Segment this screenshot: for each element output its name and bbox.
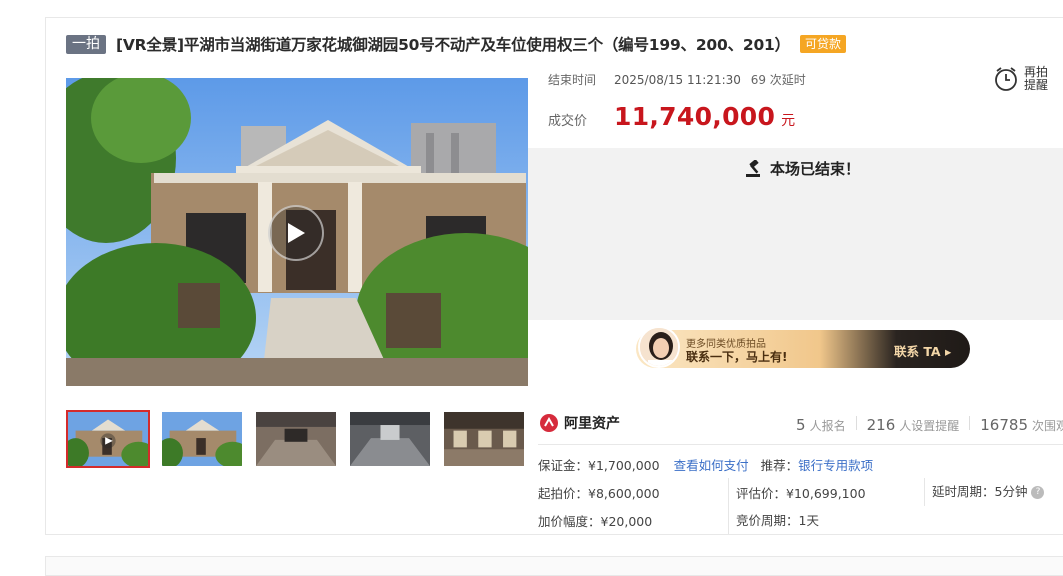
help-icon[interactable]: ? — [1031, 486, 1045, 499]
view-count: 16785 — [980, 416, 1028, 434]
thumbnail-interior-image — [256, 412, 336, 466]
end-time-row: 结束时间 2025/08/15 11:21:30 69 次延时 — [548, 71, 806, 88]
view-label: 次围观 — [1031, 419, 1063, 433]
gavel-icon — [745, 159, 760, 177]
agent-portrait-icon — [640, 328, 678, 366]
contact-ta-button[interactable]: 联系 TA ▸ — [894, 341, 951, 360]
end-time-label: 结束时间 — [548, 73, 597, 87]
how-to-pay-link[interactable]: 查看如何支付 — [674, 458, 749, 473]
auction-stats: 5 人报名 216 人设置提醒 16785 次围观 — [796, 416, 1063, 434]
auction-card: 一拍 [VR全景]平湖市当湖街道万家花城御湖园50号不动产及车位使用权三个（编号… — [45, 17, 1063, 535]
organizer-name: 阿里资产 — [564, 416, 620, 432]
reminder-count: 216 — [866, 416, 896, 434]
play-arrow-icon: ▸ — [944, 344, 952, 359]
play-icon — [288, 223, 305, 243]
start-price: 起拍价：¥8,600,000 — [538, 486, 660, 501]
deposit-row: 保证金：¥1,700,000 查看如何支付 推荐：银行专用款项 — [538, 455, 873, 474]
info-divider — [538, 444, 1063, 445]
remind-button[interactable]: 再拍 提醒 — [994, 61, 1060, 97]
thumbnail-3[interactable] — [254, 410, 338, 468]
play-video-button[interactable] — [268, 205, 324, 261]
thumbnail-strip — [66, 410, 536, 468]
ali-assets-logo-icon — [540, 414, 558, 432]
next-section-card — [45, 556, 1063, 576]
delay-count: 69 次延时 — [750, 73, 806, 87]
delay-period: 延时周期：5分钟 — [932, 484, 1028, 499]
agent-avatar — [638, 326, 680, 368]
signup-count: 5 — [796, 416, 806, 434]
bank-funds-link[interactable]: 银行专用款项 — [798, 458, 873, 473]
recommend-label: 推荐： — [760, 458, 799, 473]
title-row: 一拍 [VR全景]平湖市当湖街道万家花城御湖园50号不动产及车位使用权三个（编号… — [66, 32, 846, 56]
contact-banner[interactable]: 更多同类优质拍品 联系一下，马上有! 联系 TA ▸ — [528, 320, 1063, 382]
column-divider — [924, 478, 925, 506]
bid-period: 竞价周期：1天 — [736, 513, 819, 528]
auction-ended-text: 本场已结束！ — [769, 160, 860, 178]
organizer[interactable]: 阿里资产 — [540, 413, 620, 433]
delay-period-row: 延时周期：5分钟? — [932, 481, 1045, 500]
deposit-value: 保证金：¥1,700,000 — [538, 458, 660, 473]
thumbnail-interior-image — [350, 412, 430, 466]
alarm-clock-icon — [995, 67, 1017, 91]
thumbnail-interior-image — [444, 412, 524, 466]
thumbnail-4[interactable] — [348, 410, 432, 468]
signup-label: 人报名 — [809, 419, 846, 433]
thumbnail-2[interactable] — [160, 410, 244, 468]
deal-price-label: 成交价 — [548, 114, 588, 129]
remind-label: 再拍 提醒 — [1024, 66, 1048, 92]
end-time-value: 2025/08/15 11:21:30 — [614, 73, 741, 87]
auction-round-tag: 一拍 — [66, 34, 106, 54]
contact-ta-label: 联系 TA — [894, 344, 941, 359]
deal-price-unit: 元 — [781, 113, 796, 129]
auction-ended-message: 本场已结束！ — [528, 158, 1063, 179]
thumbnail-house-image — [68, 412, 148, 466]
thumbnail-house-image — [162, 412, 242, 466]
thumbnail-1[interactable] — [66, 410, 150, 468]
deal-price-row: 成交价 11,740,000 元 — [548, 102, 795, 131]
contact-banner-pill[interactable]: 更多同类优质拍品 联系一下，马上有! 联系 TA ▸ — [636, 326, 970, 368]
remind-line-2: 提醒 — [1024, 78, 1049, 92]
banner-headline: 联系一下，马上有! — [686, 350, 788, 364]
stats-divider — [855, 416, 857, 430]
page-title: [VR全景]平湖市当湖街道万家花城御湖园50号不动产及车位使用权三个（编号199… — [116, 36, 790, 54]
deal-price-value: 11,740,000 — [614, 102, 776, 131]
thumbnail-5[interactable] — [442, 410, 526, 468]
loan-badge: 可贷款 — [799, 35, 846, 53]
appraisal-price: 评估价：¥10,699,100 — [736, 486, 866, 501]
column-divider — [728, 478, 729, 534]
auction-ended-panel: 本场已结束！ — [528, 148, 1063, 320]
stats-divider — [969, 416, 971, 430]
bid-increment: 加价幅度：¥20,000 — [538, 514, 653, 529]
reminder-label: 人设置提醒 — [899, 419, 960, 433]
main-property-photo[interactable] — [66, 78, 528, 386]
